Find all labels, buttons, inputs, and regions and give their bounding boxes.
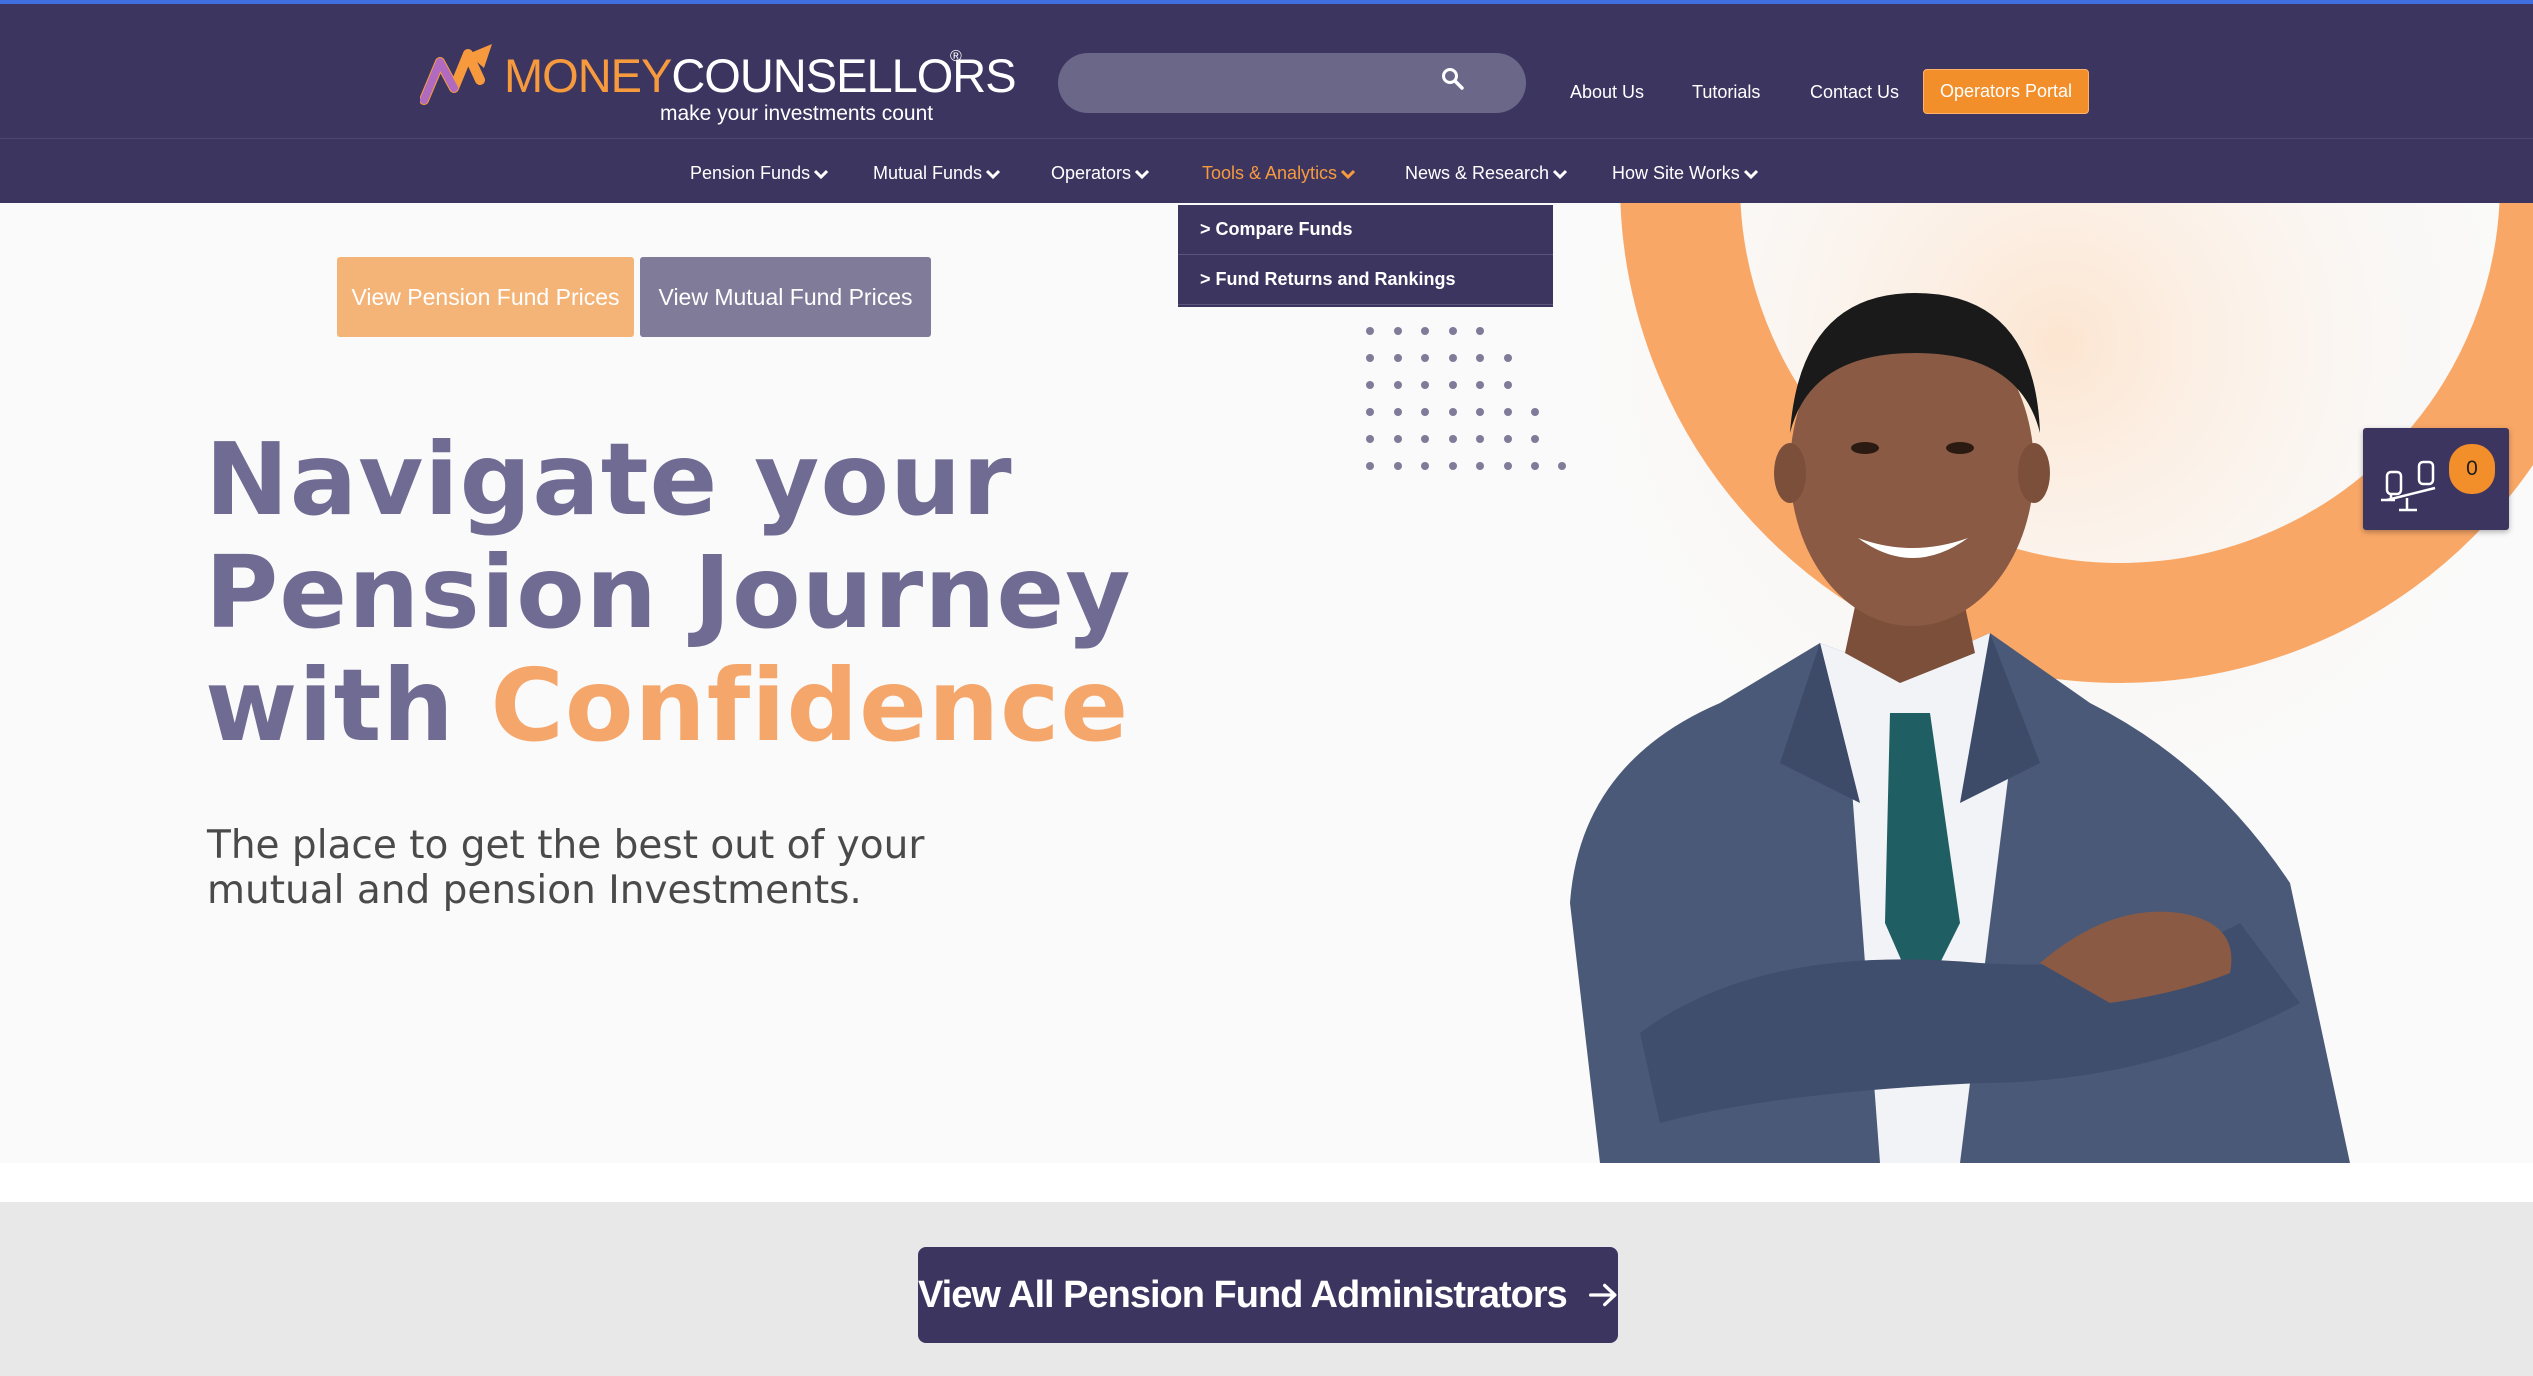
nav-how-site-works-label: How Site Works	[1612, 163, 1740, 183]
contact-us-link[interactable]: Contact Us	[1810, 82, 1899, 103]
tutorials-link[interactable]: Tutorials	[1692, 82, 1760, 103]
nav-mutual-funds[interactable]: Mutual Funds	[873, 163, 1001, 184]
headline-line-1: Navigate your	[205, 421, 1013, 538]
chevron-down-icon	[1553, 169, 1568, 179]
about-us-link[interactable]: About Us	[1570, 82, 1644, 103]
nav-operators-label: Operators	[1051, 163, 1132, 183]
nav-news-research-label: News & Research	[1405, 163, 1550, 183]
chevron-down-icon	[1743, 169, 1758, 179]
logo-tagline: make your investments count	[660, 102, 934, 125]
search-icon[interactable]	[1440, 66, 1466, 92]
nav-pension-funds-label: Pension Funds	[690, 163, 811, 183]
chevron-down-icon	[814, 169, 829, 179]
hero-headline: Navigate your Pension Journey with Confi…	[205, 423, 1131, 762]
logo-money: MONEY	[504, 49, 672, 102]
nav-tools-analytics-label: Tools & Analytics	[1202, 163, 1338, 183]
subline-1: The place to get the best out of your	[207, 823, 925, 868]
view-pension-fund-prices-button[interactable]: View Pension Fund Prices	[337, 257, 634, 337]
view-mutual-fund-prices-button[interactable]: View Mutual Fund Prices	[640, 257, 931, 337]
logo-counsellors: COUNSELLORS	[671, 49, 1016, 102]
hero-subheadline: The place to get the best out of your mu…	[207, 823, 924, 913]
headline-confidence: Confidence	[490, 647, 1130, 764]
nav-news-research[interactable]: News & Research	[1405, 163, 1568, 184]
arrow-right-icon	[1588, 1283, 1617, 1307]
menu-item-compare-funds[interactable]: > Compare Funds	[1178, 205, 1553, 255]
scale-compare-icon	[2381, 460, 2436, 512]
tools-dropdown-menu: > Compare Funds > Fund Returns and Ranki…	[1178, 205, 1553, 307]
cta-section: View All Pension Fund Administrators	[0, 1202, 2533, 1376]
header: MONEYCOUNSELLORS ® make your investments…	[0, 0, 2533, 138]
logo[interactable]: MONEYCOUNSELLORS ® make your investments…	[420, 34, 1017, 129]
dot-grid	[1366, 327, 1566, 470]
logo-wordmark: MONEYCOUNSELLORS	[504, 48, 1017, 103]
cta-label: View All Pension Fund Administrators	[918, 1273, 1568, 1316]
nav-tools-analytics[interactable]: Tools & Analytics	[1202, 163, 1356, 184]
headline-line-2: Pension Journey	[205, 534, 1132, 651]
main-nav: Pension Funds Mutual Funds Operators Too…	[0, 138, 2533, 203]
headline-with: with	[205, 647, 491, 764]
headline-line-3: with Confidence	[205, 649, 1131, 762]
nav-operators[interactable]: Operators	[1051, 163, 1150, 184]
chevron-down-icon	[1341, 169, 1356, 179]
logo-mark-icon	[420, 44, 492, 105]
nav-mutual-funds-label: Mutual Funds	[873, 163, 983, 183]
compare-funds-widget[interactable]: 0	[2363, 428, 2509, 530]
chevron-down-icon	[1135, 169, 1150, 179]
subline-2: mutual and pension Investments.	[207, 868, 862, 913]
compare-count-badge: 0	[2449, 444, 2495, 494]
hero-section: View Pension Fund Prices View Mutual Fun…	[0, 203, 2533, 1163]
logo-registered-mark: ®	[950, 48, 962, 65]
section-divider	[0, 1163, 2533, 1202]
nav-how-site-works[interactable]: How Site Works	[1612, 163, 1758, 184]
view-all-pfa-button[interactable]: View All Pension Fund Administrators	[918, 1247, 1618, 1343]
nav-pension-funds[interactable]: Pension Funds	[690, 163, 829, 184]
chevron-down-icon	[986, 169, 1001, 179]
operators-portal-button[interactable]: Operators Portal	[1923, 69, 2089, 114]
menu-item-fund-returns-rankings[interactable]: > Fund Returns and Rankings	[1178, 255, 1553, 305]
